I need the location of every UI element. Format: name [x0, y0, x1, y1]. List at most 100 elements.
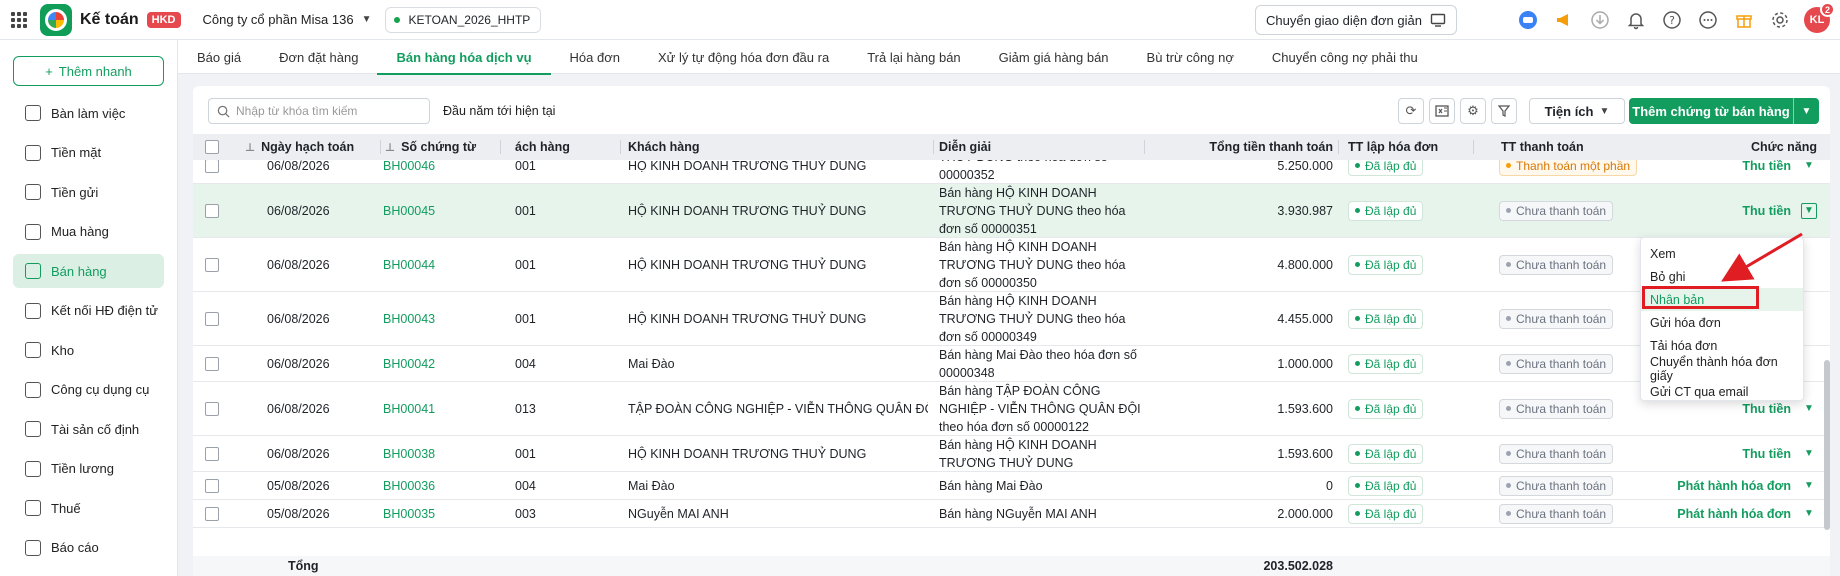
chevron-down-icon[interactable]: ▼ — [1793, 98, 1819, 124]
sidebar-item[interactable]: Kho — [13, 333, 164, 367]
settings-icon[interactable]: ⚙ — [1460, 98, 1486, 124]
document-number-link[interactable]: BH00038 — [383, 436, 435, 471]
row-action-button[interactable]: Thu tiền — [1742, 402, 1791, 416]
row-action-button[interactable]: Phát hành hóa đơn — [1677, 507, 1791, 521]
row-checkbox[interactable] — [205, 382, 219, 435]
col-invoice-status[interactable]: TT lập hóa đơn — [1348, 134, 1474, 160]
chevron-down-icon[interactable]: ▼ — [1801, 202, 1817, 219]
col-total[interactable]: Tổng tiền thanh toán — [1158, 134, 1339, 160]
pin-icon[interactable]: ⊥ — [245, 141, 255, 154]
chevron-down-icon[interactable]: ▼ — [1801, 478, 1817, 494]
help-icon[interactable]: ? — [1660, 8, 1684, 32]
pin-icon[interactable]: ⊥ — [385, 141, 395, 154]
col-payment-status[interactable]: TT thanh toán — [1501, 134, 1641, 160]
document-number-link[interactable]: BH00043 — [383, 292, 435, 345]
table-row[interactable]: 05/08/2026 BH00036 004 Mai Đào Bán hàng Mai … — [193, 472, 1830, 500]
table-row[interactable]: 06/08/2026 BH00042 004 Mai Đào Bán hàng Mai … — [193, 346, 1830, 382]
tab[interactable]: Xử lý tự động hóa đơn đầu ra — [639, 40, 848, 74]
row-checkbox[interactable] — [205, 472, 219, 499]
document-number-link[interactable]: BH00044 — [383, 238, 435, 291]
tab[interactable]: Chuyển công nợ phải thu — [1253, 40, 1437, 74]
col-customer[interactable]: Khách hàng — [628, 134, 934, 160]
tab[interactable]: Trả lại hàng bán — [848, 40, 979, 74]
row-checkbox[interactable] — [205, 160, 219, 183]
row-action-button[interactable]: Thu tiền — [1742, 204, 1791, 218]
apps-grid-icon[interactable] — [4, 0, 34, 40]
table-row[interactable]: 06/08/2026 BH00045 001 HỘ KINH DOANH TRƯƠNG… — [193, 184, 1830, 238]
sidebar-item[interactable]: Báo cáo — [13, 531, 164, 565]
sidebar-item[interactable]: Bàn làm việc — [13, 96, 164, 130]
menu-item[interactable]: Chuyển thành hóa đơn giấy — [1641, 355, 1803, 383]
sidebar-item[interactable]: Thuế — [13, 491, 164, 525]
refresh-icon[interactable]: ⟳ — [1398, 98, 1424, 124]
sidebar-item[interactable]: Tiền lương — [13, 452, 164, 486]
table-row[interactable]: 06/08/2026 BH00043 001 HỘ KINH DOANH TRƯƠNG… — [193, 292, 1830, 346]
gift-icon[interactable] — [1732, 8, 1756, 32]
tab[interactable]: Bán hàng hóa dịch vụ — [377, 40, 551, 75]
document-number-link[interactable]: BH00046 — [383, 160, 435, 183]
row-checkbox[interactable] — [205, 184, 219, 237]
avatar[interactable]: KL 2 — [1804, 2, 1835, 33]
database-selector[interactable]: KETOAN_2026_HHTP — [385, 6, 542, 33]
document-number-link[interactable]: BH00035 — [383, 500, 435, 527]
chevron-down-icon[interactable]: ▼ — [1801, 506, 1817, 522]
document-number-link[interactable]: BH00041 — [383, 382, 435, 435]
chat-icon[interactable] — [1696, 8, 1720, 32]
sidebar-item[interactable]: Tiền gửi — [13, 175, 164, 209]
col-date[interactable]: ⊥ Ngày hạch toán — [245, 134, 381, 160]
period-filter[interactable]: Đầu năm tới hiện tại — [443, 104, 555, 118]
sidebar-item[interactable]: Tiền mặt — [13, 136, 164, 170]
chevron-down-icon[interactable]: ▼ — [1801, 446, 1817, 462]
sidebar-item-label: Thuế — [51, 500, 81, 516]
bell-icon[interactable] — [1624, 8, 1648, 32]
menu-item[interactable]: Gửi hóa đơn — [1641, 311, 1803, 334]
sidebar-item[interactable]: Kết nối HĐ điện tử — [13, 294, 164, 328]
chevron-down-icon[interactable]: ▼ — [1801, 401, 1817, 417]
document-number-link[interactable]: BH00042 — [383, 346, 435, 381]
tab[interactable]: Báo giá — [178, 40, 260, 74]
chevron-down-icon[interactable]: ▼ — [1801, 160, 1817, 174]
table-row[interactable]: 06/08/2026 BH00041 013 TẬP ĐOÀN CÔNG NGHIỆP… — [193, 382, 1830, 436]
filter-icon[interactable] — [1491, 98, 1517, 124]
sidebar-item[interactable]: Tài sản cố định — [13, 412, 164, 446]
table-row[interactable]: 06/08/2026 BH00044 001 HỘ KINH DOANH TRƯƠNG… — [193, 238, 1830, 292]
tab[interactable]: Đơn đặt hàng — [260, 40, 377, 74]
tab[interactable]: Giảm giá hàng bán — [980, 40, 1128, 74]
assistant-icon[interactable] — [1516, 8, 1540, 32]
document-number-link[interactable]: BH00045 — [383, 184, 435, 237]
gear-icon[interactable] — [1768, 8, 1792, 32]
row-checkbox[interactable] — [205, 292, 219, 345]
row-checkbox[interactable] — [205, 238, 219, 291]
sidebar-item[interactable]: Bán hàng — [13, 254, 164, 288]
tab[interactable]: Hóa đơn — [551, 40, 639, 74]
company-selector[interactable]: Công ty cổ phần Misa 136 ▼ — [203, 12, 372, 27]
row-action-button[interactable]: Phát hành hóa đơn — [1677, 479, 1791, 493]
col-description[interactable]: Diễn giải — [939, 134, 1145, 160]
tab[interactable]: Bù trừ công nợ — [1128, 40, 1253, 74]
row-action-button[interactable]: Thu tiền — [1742, 160, 1791, 173]
select-all-checkbox[interactable] — [205, 134, 219, 160]
menu-item[interactable]: Gửi CT qua email — [1641, 380, 1803, 403]
add-sales-voucher-button[interactable]: Thêm chứng từ bán hàng ▼ — [1629, 98, 1819, 124]
table-row[interactable]: 06/08/2026 BH00038 001 HỘ KINH DOANH TRƯƠNG… — [193, 436, 1830, 472]
table-row[interactable]: 05/08/2026 BH00035 003 NGuyễn MAI ANH Bán hà… — [193, 500, 1830, 528]
col-customer-code[interactable]: ách hàng — [515, 134, 621, 160]
utility-dropdown[interactable]: Tiện ích ▼ — [1529, 98, 1625, 124]
download-icon[interactable] — [1588, 8, 1612, 32]
row-checkbox[interactable] — [205, 500, 219, 527]
sidebar-item[interactable]: Công cụ dụng cụ — [13, 373, 164, 407]
row-checkbox[interactable] — [205, 346, 219, 381]
col-doc[interactable]: ⊥ Số chứng từ — [385, 134, 501, 160]
row-checkbox[interactable] — [205, 436, 219, 471]
excel-export-icon[interactable] — [1429, 98, 1455, 124]
search-input[interactable]: Nhập từ khóa tìm kiếm — [208, 98, 430, 124]
document-number-link[interactable]: BH00036 — [383, 472, 435, 499]
vertical-scrollbar[interactable] — [1824, 360, 1830, 530]
megaphone-icon[interactable] — [1552, 8, 1576, 32]
row-action-button[interactable]: Thu tiền — [1742, 447, 1791, 461]
quick-add-button[interactable]: + Thêm nhanh — [13, 56, 164, 86]
switch-ui-button[interactable]: Chuyển giao diện đơn giản — [1255, 5, 1457, 35]
sidebar-item[interactable]: Mua hàng — [13, 215, 164, 249]
table-row[interactable]: 06/08/2026 BH00046 001 HỘ KINH DOANH TRƯƠNG… — [193, 160, 1830, 184]
app-logo[interactable] — [40, 3, 72, 36]
